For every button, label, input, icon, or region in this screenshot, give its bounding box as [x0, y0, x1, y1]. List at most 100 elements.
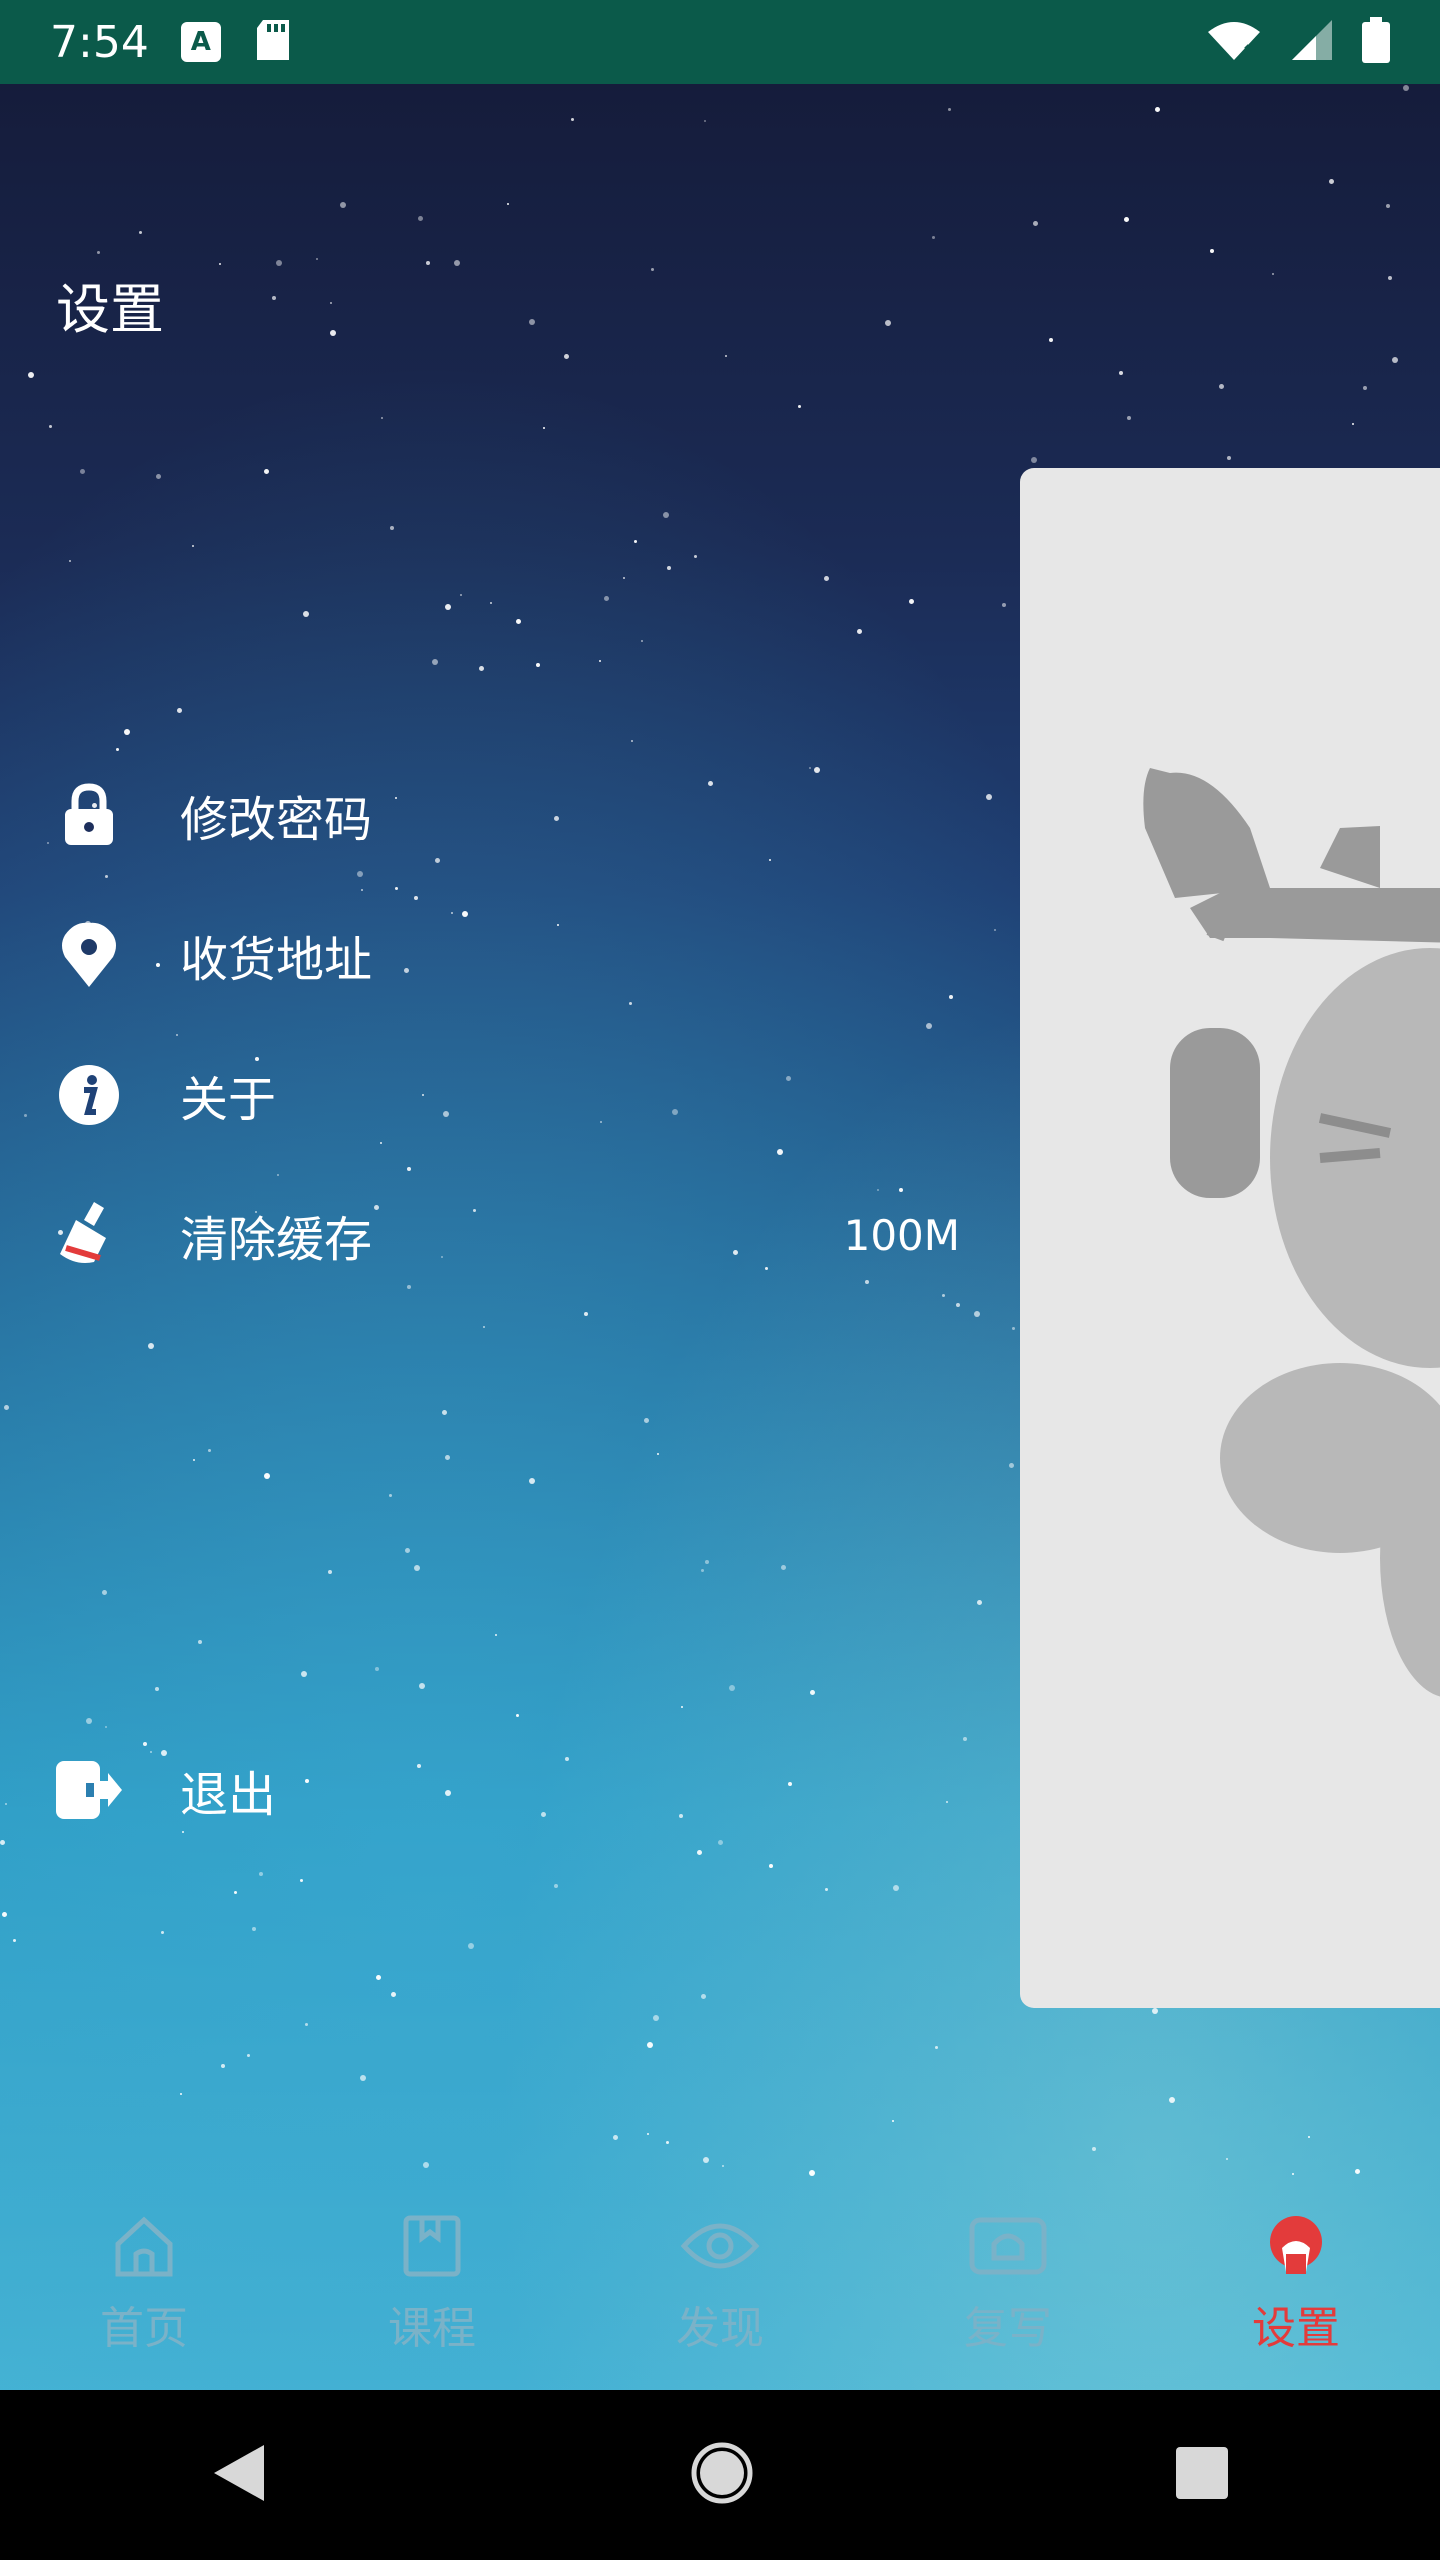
tab-course[interactable]: 课程: [288, 2180, 576, 2390]
settings-avatar-icon: [1264, 2214, 1328, 2282]
star: [86, 1718, 92, 1724]
menu-item-change-password[interactable]: 修改密码: [0, 760, 980, 870]
star: [1169, 2097, 1175, 2103]
tab-label: 发现: [676, 2303, 764, 2354]
recents-button[interactable]: [1174, 2445, 1230, 2505]
star: [599, 660, 601, 662]
star: [529, 1478, 535, 1484]
placeholder-mascot-image: [1143, 768, 1440, 1697]
menu-item-about[interactable]: 关于: [0, 1040, 980, 1150]
star: [390, 526, 394, 530]
menu-item-logout[interactable]: 退出: [0, 1735, 980, 1845]
star: [623, 577, 625, 579]
star: [729, 1685, 735, 1691]
star: [657, 1453, 659, 1455]
star: [124, 729, 130, 735]
menu-item-shipping-address[interactable]: 收货地址: [0, 900, 980, 1010]
back-button[interactable]: [210, 2441, 270, 2509]
star: [942, 1294, 945, 1297]
star: [932, 236, 935, 239]
star: [1219, 384, 1224, 389]
star: [105, 1726, 107, 1728]
star: [155, 1687, 159, 1691]
star: [1403, 85, 1409, 91]
star: [360, 2075, 366, 2081]
star: [1092, 2147, 1096, 2151]
star: [139, 231, 142, 234]
star: [1329, 179, 1334, 184]
star: [956, 1303, 960, 1307]
star: [584, 1312, 588, 1316]
star: [1355, 2169, 1360, 2174]
star: [701, 1569, 704, 1572]
content-card-preview[interactable]: [1020, 468, 1440, 2008]
star: [1127, 416, 1131, 420]
tab-label: 首页: [100, 2303, 188, 2354]
tab-label: 课程: [388, 2303, 476, 2354]
star: [423, 2162, 429, 2168]
star: [495, 1634, 497, 1636]
course-icon: [400, 2214, 464, 2282]
star: [986, 794, 992, 800]
tab-review[interactable]: 复写: [864, 2180, 1152, 2390]
menu-item-clear-cache[interactable]: 清除缓存 100M: [0, 1180, 980, 1290]
star: [948, 108, 951, 111]
star: [375, 1667, 379, 1671]
star: [653, 2015, 659, 2021]
status-time: 7:54: [50, 16, 149, 68]
star: [252, 1927, 256, 1931]
bottom-tab-bar: 首页 课程 发现 复写 设置: [0, 2180, 1440, 2390]
star: [28, 372, 34, 378]
star: [192, 545, 194, 547]
star: [1031, 457, 1037, 463]
star: [516, 619, 521, 624]
star: [1124, 217, 1129, 222]
star: [1308, 2136, 1310, 2138]
star: [300, 1879, 303, 1882]
star: [259, 1872, 263, 1876]
sd-card-icon: [253, 18, 293, 66]
star: [507, 203, 509, 205]
star: [161, 1931, 164, 1934]
tab-settings[interactable]: 设置: [1152, 2180, 1440, 2390]
star: [156, 474, 161, 479]
menu-label: 修改密码: [180, 792, 373, 848]
star: [234, 1891, 237, 1894]
star: [247, 2054, 250, 2057]
wifi-icon: [1206, 18, 1262, 66]
star: [529, 319, 535, 325]
star: [264, 1473, 270, 1479]
star: [407, 1167, 411, 1171]
star: [303, 611, 309, 617]
menu-label: 清除缓存: [180, 1212, 373, 1268]
star: [641, 640, 643, 642]
tab-home[interactable]: 首页: [0, 2180, 288, 2390]
star: [483, 1326, 485, 1328]
star: [824, 576, 829, 581]
star: [80, 469, 85, 474]
star: [389, 1494, 392, 1497]
star: [1049, 338, 1053, 342]
star: [264, 469, 269, 474]
star: [116, 748, 119, 751]
star: [208, 1449, 211, 1452]
star: [1119, 371, 1123, 375]
star: [4, 1405, 9, 1410]
star: [663, 512, 669, 518]
star: [543, 427, 545, 429]
star: [301, 1671, 307, 1677]
home-button[interactable]: [690, 2441, 754, 2509]
menu-label: 退出: [180, 1767, 277, 1823]
star: [105, 875, 108, 878]
star: [571, 118, 574, 121]
star: [781, 1565, 786, 1570]
tab-label: 复写: [964, 2303, 1052, 2354]
star: [554, 1884, 558, 1888]
star: [798, 405, 801, 408]
star: [810, 1690, 815, 1695]
star: [272, 296, 276, 300]
star: [454, 260, 460, 266]
star: [479, 666, 484, 671]
star: [725, 355, 727, 357]
tab-discover[interactable]: 发现: [576, 2180, 864, 2390]
